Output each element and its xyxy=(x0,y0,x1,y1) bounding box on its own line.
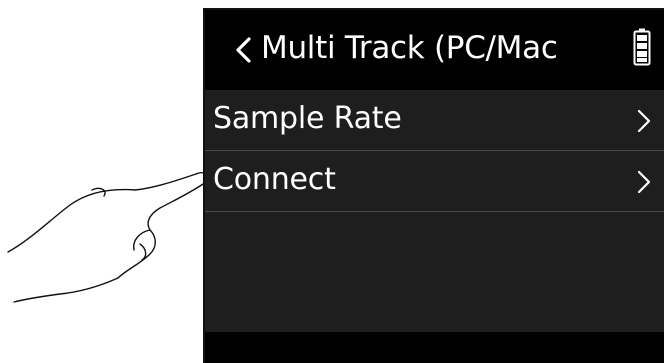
menu-item-connect[interactable]: Connect xyxy=(205,151,664,212)
chevron-left-icon[interactable] xyxy=(231,36,257,64)
device-screen: Multi Track (PC/Mac Sample Rate Connect xyxy=(203,8,664,363)
battery-full-icon xyxy=(633,28,651,66)
screen-title: Multi Track (PC/Mac xyxy=(261,30,558,66)
chevron-right-icon xyxy=(637,170,651,194)
menu-item-sample-rate[interactable]: Sample Rate xyxy=(205,90,664,151)
menu-item-label: Sample Rate xyxy=(213,101,402,136)
bottom-bar xyxy=(205,332,664,363)
pointing-hand-icon xyxy=(7,172,208,303)
menu-item-label: Connect xyxy=(213,162,336,197)
page: Multi Track (PC/Mac Sample Rate Connect xyxy=(0,0,664,363)
chevron-right-icon xyxy=(637,109,651,133)
menu-list: Sample Rate Connect xyxy=(205,90,664,212)
title-bar: Multi Track (PC/Mac xyxy=(205,10,664,90)
